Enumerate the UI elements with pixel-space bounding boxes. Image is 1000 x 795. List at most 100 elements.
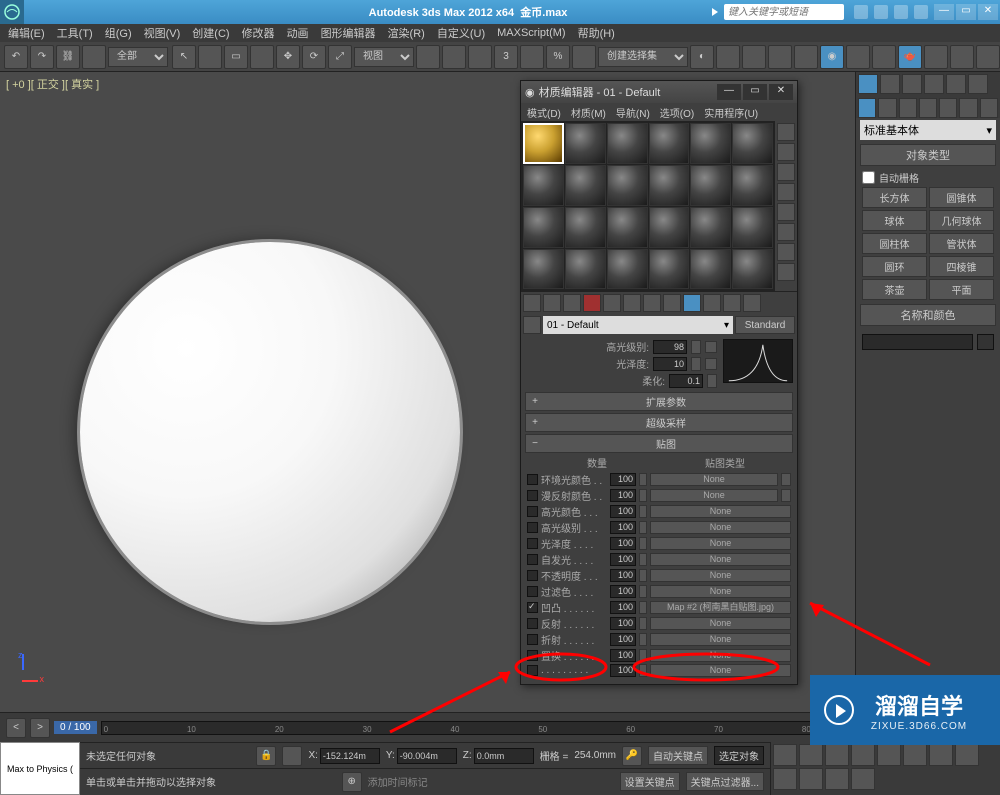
map-slot-button[interactable]: None — [650, 521, 791, 534]
menu-help[interactable]: 帮助(H) — [578, 25, 615, 41]
time-tag-icon[interactable]: ⊕ — [342, 772, 362, 792]
setkey-button[interactable]: 设置关键点 — [620, 772, 680, 791]
sample-slot-11[interactable] — [690, 165, 731, 206]
link-button[interactable]: ⛓ — [56, 45, 80, 69]
iso-icon[interactable] — [282, 746, 302, 766]
map-checkbox[interactable] — [527, 474, 538, 485]
subtab-systems[interactable] — [980, 98, 998, 118]
spec-level-spinner[interactable]: 98 — [653, 340, 687, 354]
map-checkbox[interactable] — [527, 602, 538, 613]
sample-slot-16[interactable] — [649, 207, 690, 248]
assign-to-sel-icon[interactable] — [563, 294, 581, 312]
sample-slot-9[interactable] — [607, 165, 648, 206]
select-by-mat-icon[interactable] — [777, 263, 795, 281]
make-copy-icon[interactable] — [603, 294, 621, 312]
map-amount-spinner[interactable]: 100 — [610, 664, 636, 677]
spinner-snap-button[interactable] — [572, 45, 596, 69]
goto-start-button[interactable] — [773, 744, 797, 766]
btn-geosphere[interactable]: 几何球体 — [929, 210, 994, 231]
sample-uv-icon[interactable] — [777, 183, 795, 201]
tool-b[interactable] — [950, 45, 974, 69]
map-checkbox[interactable] — [527, 618, 538, 629]
map-amount-spinner[interactable]: 100 — [610, 569, 636, 582]
tab-create[interactable] — [858, 74, 878, 94]
sample-slot-10[interactable] — [649, 165, 690, 206]
help-icon[interactable] — [854, 5, 868, 19]
autogrid-checkbox[interactable] — [862, 171, 875, 184]
redo-button[interactable]: ↷ — [30, 45, 54, 69]
nav-zoom-button[interactable] — [929, 744, 953, 766]
menu-group[interactable]: 组(G) — [105, 25, 132, 41]
move-button[interactable]: ✥ — [276, 45, 300, 69]
map-amount-spinner[interactable]: 100 — [610, 553, 636, 566]
get-material-icon[interactable] — [523, 294, 541, 312]
window-crossing-button[interactable] — [250, 45, 274, 69]
map-slot-button[interactable]: None — [650, 505, 791, 518]
spinner-buttons[interactable] — [639, 664, 647, 677]
map-checkbox[interactable] — [527, 570, 538, 581]
rollout-extended[interactable]: +扩展参数 — [525, 392, 793, 411]
timeline-btn2[interactable]: > — [30, 718, 50, 738]
scale-button[interactable]: ⤢ — [328, 45, 352, 69]
menu-tools[interactable]: 工具(T) — [57, 25, 93, 41]
btn-cylinder[interactable]: 圆柱体 — [862, 233, 927, 254]
object-name-input[interactable] — [862, 334, 973, 350]
map-slot-button[interactable]: None — [650, 649, 791, 662]
btn-tube[interactable]: 管状体 — [929, 233, 994, 254]
map-checkbox[interactable] — [527, 490, 538, 501]
go-sibling-icon[interactable] — [743, 294, 761, 312]
rollout-namecolor[interactable]: 名称和颜色 — [860, 304, 996, 326]
refcoord-select[interactable]: 视图 — [354, 47, 414, 67]
map-amount-spinner[interactable]: 100 — [610, 489, 636, 502]
video-check-icon[interactable] — [777, 203, 795, 221]
nav-zoomall-button[interactable] — [799, 768, 823, 790]
btn-pyramid[interactable]: 四棱锥 — [929, 256, 994, 277]
reset-map-icon[interactable] — [583, 294, 601, 312]
menu-maxscript[interactable]: MAXScript(M) — [497, 27, 565, 39]
keyboard-button[interactable] — [468, 45, 492, 69]
me-menu-options[interactable]: 选项(O) — [660, 105, 694, 120]
rollout-objecttype[interactable]: 对象类型 — [860, 144, 996, 166]
timeline-btn[interactable]: < — [6, 718, 26, 738]
soften-spinner[interactable]: 0.1 — [669, 374, 703, 388]
btn-sphere[interactable]: 球体 — [862, 210, 927, 231]
subtab-shapes[interactable] — [878, 98, 896, 118]
menu-modifiers[interactable]: 修改器 — [242, 25, 275, 41]
subtab-spacewarps[interactable] — [959, 98, 977, 118]
options-icon[interactable] — [777, 243, 795, 261]
spinner-buttons[interactable] — [639, 617, 647, 630]
spinner-buttons[interactable] — [639, 601, 647, 614]
map-slot-button[interactable]: None — [650, 569, 791, 582]
map-amount-spinner[interactable]: 100 — [610, 601, 636, 614]
sample-slot-24[interactable] — [732, 249, 773, 290]
map-slot-button[interactable]: None — [650, 585, 791, 598]
spinner-buttons[interactable] — [639, 505, 647, 518]
sample-slot-12[interactable] — [732, 165, 773, 206]
map-amount-spinner[interactable]: 100 — [610, 585, 636, 598]
map-amount-spinner[interactable]: 100 — [610, 521, 636, 534]
select-name-button[interactable] — [198, 45, 222, 69]
rollout-supersampling[interactable]: +超级采样 — [525, 413, 793, 432]
btn-cone[interactable]: 圆锥体 — [929, 187, 994, 208]
material-type-button[interactable]: Standard — [735, 316, 795, 334]
sample-slot-14[interactable] — [565, 207, 606, 248]
sample-slot-22[interactable] — [649, 249, 690, 290]
sample-slot-5[interactable] — [690, 123, 731, 164]
quick-render-button[interactable]: 🫖 — [898, 45, 922, 69]
map-checkbox[interactable] — [527, 650, 538, 661]
map-amount-spinner[interactable]: 100 — [610, 505, 636, 518]
backlight-icon[interactable] — [777, 143, 795, 161]
play-button[interactable] — [825, 744, 849, 766]
info-icon[interactable] — [874, 5, 888, 19]
pivot-button[interactable] — [416, 45, 440, 69]
spinner-buttons[interactable] — [639, 649, 647, 662]
subtab-helpers[interactable] — [939, 98, 957, 118]
filter-select[interactable]: 全部 — [108, 47, 168, 67]
map-checkbox[interactable] — [527, 586, 538, 597]
maxscript-listener[interactable]: Max to Physics ( — [0, 742, 80, 795]
percent-snap-button[interactable]: % — [546, 45, 570, 69]
rect-select-button[interactable]: ▭ — [224, 45, 248, 69]
sample-slot-4[interactable] — [649, 123, 690, 164]
spinner-buttons[interactable] — [639, 537, 647, 550]
pick-material-icon[interactable] — [523, 316, 541, 334]
